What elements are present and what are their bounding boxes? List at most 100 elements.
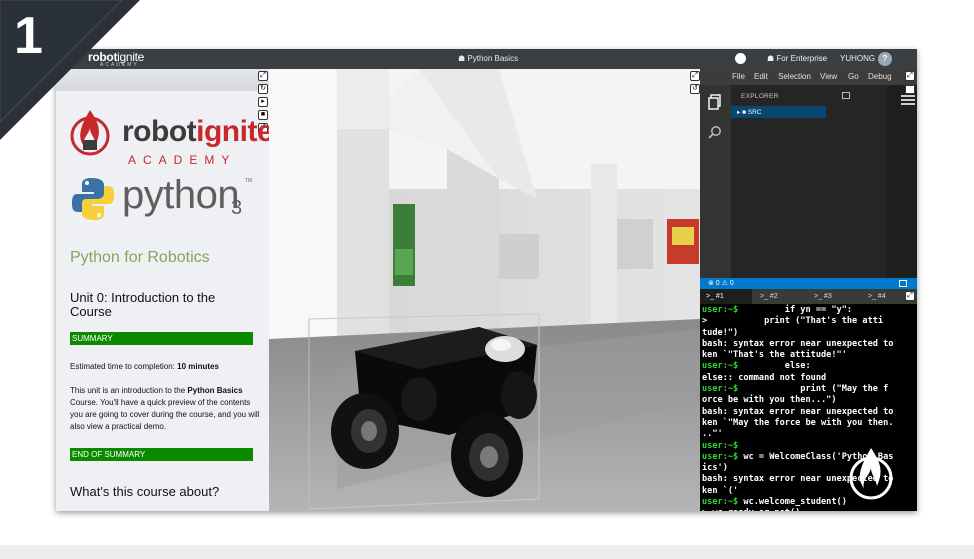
terminal-text: ken `(' <box>702 485 739 496</box>
terminal-text: print ("May the f <box>738 384 889 395</box>
terminal-text: wc.welcome_student() <box>738 497 847 508</box>
terminal-text: ken `"May the force be with you then. <box>702 417 894 428</box>
unit-title: Unit 0: Introduction to the Course <box>70 290 216 319</box>
terminal-text: ken `"That's the attitude!"' <box>702 350 847 361</box>
terminal-line: user:~$ if yn == "y": <box>702 305 915 316</box>
terminal-line: > wc.ready_or_not() <box>702 508 915 511</box>
course-title[interactable]: ☗ Python Basics <box>458 54 518 63</box>
intro-bold: Python Basics <box>187 386 243 395</box>
terminal-prompt: user:~$ <box>702 451 739 462</box>
terminal-line: tude!") <box>702 328 915 339</box>
step-number: 1 <box>14 7 43 65</box>
terminal-text: else: <box>738 361 811 372</box>
for-enterprise-link[interactable]: ☗ For Enterprise <box>767 54 827 63</box>
refresh-icon[interactable]: ↻ <box>258 84 268 94</box>
python-version: 3 <box>231 197 243 219</box>
terminal-line: bash: syntax error near unexpected to <box>702 339 915 350</box>
terminal-line: else:: command not found <box>702 373 915 384</box>
python-wordmark: python <box>122 173 240 217</box>
unit-intro: This unit is an introduction to the Pyth… <box>70 385 260 433</box>
terminal-text: bash: syntax error near unexpected to <box>702 406 894 417</box>
estimated-value: 10 minutes <box>177 362 219 371</box>
files-icon[interactable] <box>708 94 722 110</box>
screenshot-canvas: 1 robotignite ACADEMY ☗ Python Basics ☗ … <box>0 0 974 559</box>
terminal-tab-3[interactable]: >_ #3 <box>808 289 860 304</box>
end-summary-bar: END OF SUMMARY <box>70 448 253 461</box>
terminal-line: > print ("That's the atti <box>702 316 915 327</box>
app-window: robotignite ACADEMY ☗ Python Basics ☗ Fo… <box>56 49 917 511</box>
terminal-line: user:~$ else: <box>702 361 915 372</box>
username[interactable]: YUHONG <box>840 54 875 63</box>
estimated-prefix: Estimated time to completion: <box>70 362 178 371</box>
summary-bar: SUMMARY <box>70 332 253 345</box>
terminal-tabs: >_ #1 >_ #2 >_ #3 >_ #4 ⤢ <box>700 289 917 304</box>
about-heading: What's this course about? <box>70 484 220 499</box>
menu-go[interactable]: Go <box>848 72 859 81</box>
folder-src-label: ▸ ■ SRC <box>737 109 762 116</box>
intro-prefix: This unit is an introduction to the <box>70 386 188 395</box>
expand-icon[interactable]: ⤢ <box>258 71 268 81</box>
menu-file[interactable]: File <box>732 72 745 81</box>
python-tm: TM <box>245 178 253 184</box>
monitor-icon[interactable] <box>905 85 915 94</box>
ide-menubar: File Edit Selection View Go Debug ⤢ <box>700 69 917 85</box>
menu-edit[interactable]: Edit <box>754 72 768 81</box>
explorer-title: EXPLORER <box>741 93 779 100</box>
menu-debug[interactable]: Debug <box>868 72 892 81</box>
terminal-tab-1[interactable]: >_ #1 <box>700 289 752 304</box>
terminal-output[interactable]: user:~$ if yn == "y": > print ("That's th… <box>700 304 917 511</box>
terminal-prompt: user:~$ <box>702 384 739 395</box>
terminal-text: if yn == "y": <box>738 305 853 315</box>
problems-count[interactable]: ⊗ 0 ⚠ 0 <box>708 279 734 287</box>
terminal-text: orce be with you then...") <box>702 395 837 406</box>
python-logo <box>72 178 114 220</box>
globe-icon[interactable] <box>735 53 746 64</box>
flame-watermark-icon <box>849 448 893 500</box>
terminal-text: .."' <box>702 429 723 440</box>
simulation-viewport[interactable]: ⤢ ↺ <box>269 69 700 511</box>
terminal-text: > wc.ready_or_not() <box>702 508 800 511</box>
terminal-line: user:~$ print ("May the f <box>702 384 915 395</box>
status-bar: ⊗ 0 ⚠ 0 <box>700 278 917 289</box>
list-icon[interactable] <box>901 95 915 107</box>
collapse-all-icon[interactable] <box>842 92 850 99</box>
notification-icon[interactable] <box>899 280 907 287</box>
menu-view[interactable]: View <box>820 72 837 81</box>
folder-src[interactable]: ▸ ■ SRC <box>731 106 826 118</box>
terminal-prompt: user:~$ <box>702 305 739 315</box>
terminal-line: ken `"May the force be with you then. <box>702 418 915 429</box>
editor-area[interactable] <box>887 85 917 278</box>
terminal-text: tude!") <box>702 327 739 338</box>
menu-selection[interactable]: Selection <box>778 72 811 81</box>
logo-academy: ACADEMY <box>128 153 237 167</box>
3d-scene <box>269 69 700 511</box>
terminal-tab-2[interactable]: >_ #2 <box>754 289 806 304</box>
terminal-text: ics') <box>702 463 728 474</box>
terminal-prompt: user:~$ <box>702 361 739 372</box>
robotignite-wordmark: robotignite <box>122 115 269 149</box>
terminal-prompt: user:~$ <box>702 497 739 508</box>
logo-ignite: ignite <box>196 115 269 148</box>
course-heading: Python for Robotics <box>70 249 210 266</box>
terminal-line: orce be with you then...") <box>702 395 915 406</box>
terminal-text: else:: command not found <box>702 372 827 383</box>
terminal-text: bash: syntax error near unexpected to <box>702 338 894 349</box>
estimated-time: Estimated time to completion: 10 minutes <box>70 361 260 373</box>
help-icon[interactable]: ? <box>878 52 892 66</box>
terminal-expand-icon[interactable]: ⤢ <box>905 291 915 301</box>
terminal-text: > print ("That's the atti <box>702 316 884 327</box>
viewport-expand-icon[interactable]: ⤢ <box>690 71 700 81</box>
terminal-line: .."' <box>702 429 915 440</box>
ide-expand-icon[interactable]: ⤢ <box>905 71 915 81</box>
viewport-reset-icon[interactable]: ↺ <box>690 84 700 94</box>
next-icon[interactable]: ▸ <box>258 97 268 107</box>
intro-suffix: Course. You'll have a quick preview of t… <box>70 398 260 431</box>
top-bar: robotignite ACADEMY ☗ Python Basics ☗ Fo… <box>56 49 917 69</box>
search-icon[interactable] <box>708 125 722 139</box>
bottom-band <box>0 545 974 559</box>
explorer-sidebar: EXPLORER ▸ ■ SRC <box>731 85 887 278</box>
terminal-line: bash: syntax error near unexpected to <box>702 407 915 418</box>
ide-panel: File Edit Selection View Go Debug ⤢ EXPL… <box>700 69 917 511</box>
terminal-prompt: user:~$ <box>702 440 739 451</box>
activity-bar <box>700 85 731 278</box>
